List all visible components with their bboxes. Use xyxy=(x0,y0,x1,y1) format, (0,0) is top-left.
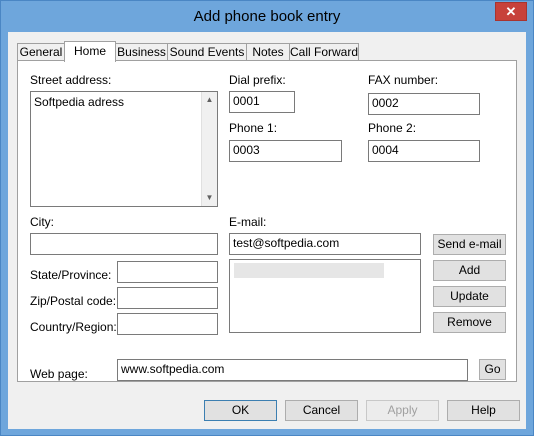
tab-call-forward[interactable]: Call Forward xyxy=(289,43,359,60)
dial-prefix-label: Dial prefix: xyxy=(229,73,286,87)
phone1-input[interactable] xyxy=(233,143,338,157)
tab-notes[interactable]: Notes xyxy=(246,43,290,60)
remove-email-button[interactable]: Remove xyxy=(433,312,506,333)
city-label: City: xyxy=(30,215,54,229)
web-page-label: Web page: xyxy=(30,367,88,381)
state-field[interactable] xyxy=(117,261,218,283)
close-button[interactable]: ✕ xyxy=(495,2,527,21)
scroll-down-arrow-icon[interactable]: ▼ xyxy=(202,190,217,206)
zip-input[interactable] xyxy=(121,290,214,304)
country-input[interactable] xyxy=(121,316,214,330)
zip-field[interactable] xyxy=(117,287,218,309)
dialog-window: Add phone book entry ✕ General Home Busi… xyxy=(0,0,534,436)
tab-sound-events[interactable]: Sound Events xyxy=(167,43,247,60)
tab-general[interactable]: General xyxy=(17,43,65,60)
fax-number-label: FAX number: xyxy=(368,73,439,87)
email-listbox[interactable] xyxy=(229,259,421,333)
home-tab-panel: Street address: Softpedia adress ▲ ▼ Dia… xyxy=(17,60,517,382)
email-label: E-mail: xyxy=(229,215,267,229)
state-input[interactable] xyxy=(121,264,214,278)
fax-number-input[interactable] xyxy=(372,96,476,110)
phone1-label: Phone 1: xyxy=(229,121,278,135)
phone2-field[interactable] xyxy=(368,140,480,162)
go-button[interactable]: Go xyxy=(479,359,506,380)
email-list-item[interactable] xyxy=(234,263,384,278)
fax-number-field[interactable] xyxy=(368,93,480,115)
state-label: State/Province: xyxy=(30,268,112,282)
send-email-button[interactable]: Send e-mail xyxy=(433,234,506,255)
web-page-input[interactable] xyxy=(121,362,464,376)
dial-prefix-field[interactable] xyxy=(229,91,295,113)
email-field[interactable] xyxy=(229,233,421,255)
cancel-button[interactable]: Cancel xyxy=(285,400,358,421)
tab-home[interactable]: Home xyxy=(64,41,116,62)
phone1-field[interactable] xyxy=(229,140,342,162)
email-input[interactable] xyxy=(233,236,417,250)
street-address-text: Softpedia adress xyxy=(34,95,125,109)
scroll-up-arrow-icon[interactable]: ▲ xyxy=(202,92,217,108)
country-label: Country/Region: xyxy=(30,320,117,334)
street-address-textarea[interactable]: Softpedia adress ▲ ▼ xyxy=(30,91,218,207)
title-bar[interactable]: Add phone book entry ✕ xyxy=(1,1,533,32)
help-button[interactable]: Help xyxy=(447,400,520,421)
country-field[interactable] xyxy=(117,313,218,335)
apply-button[interactable]: Apply xyxy=(366,400,439,421)
window-title: Add phone book entry xyxy=(193,8,341,25)
dial-prefix-input[interactable] xyxy=(233,94,291,108)
street-address-label: Street address: xyxy=(30,73,112,87)
update-email-button[interactable]: Update xyxy=(433,286,506,307)
dialog-client-area: General Home Business Sound Events Notes… xyxy=(8,32,526,429)
phone2-label: Phone 2: xyxy=(368,121,417,135)
ok-button[interactable]: OK xyxy=(204,400,277,421)
tab-business[interactable]: Business xyxy=(115,43,168,60)
city-input[interactable] xyxy=(34,236,214,250)
city-field[interactable] xyxy=(30,233,218,255)
web-page-field[interactable] xyxy=(117,359,468,381)
add-email-button[interactable]: Add xyxy=(433,260,506,281)
phone2-input[interactable] xyxy=(372,143,476,157)
street-address-scrollbar[interactable]: ▲ ▼ xyxy=(201,92,217,206)
zip-label: Zip/Postal code: xyxy=(30,294,117,308)
